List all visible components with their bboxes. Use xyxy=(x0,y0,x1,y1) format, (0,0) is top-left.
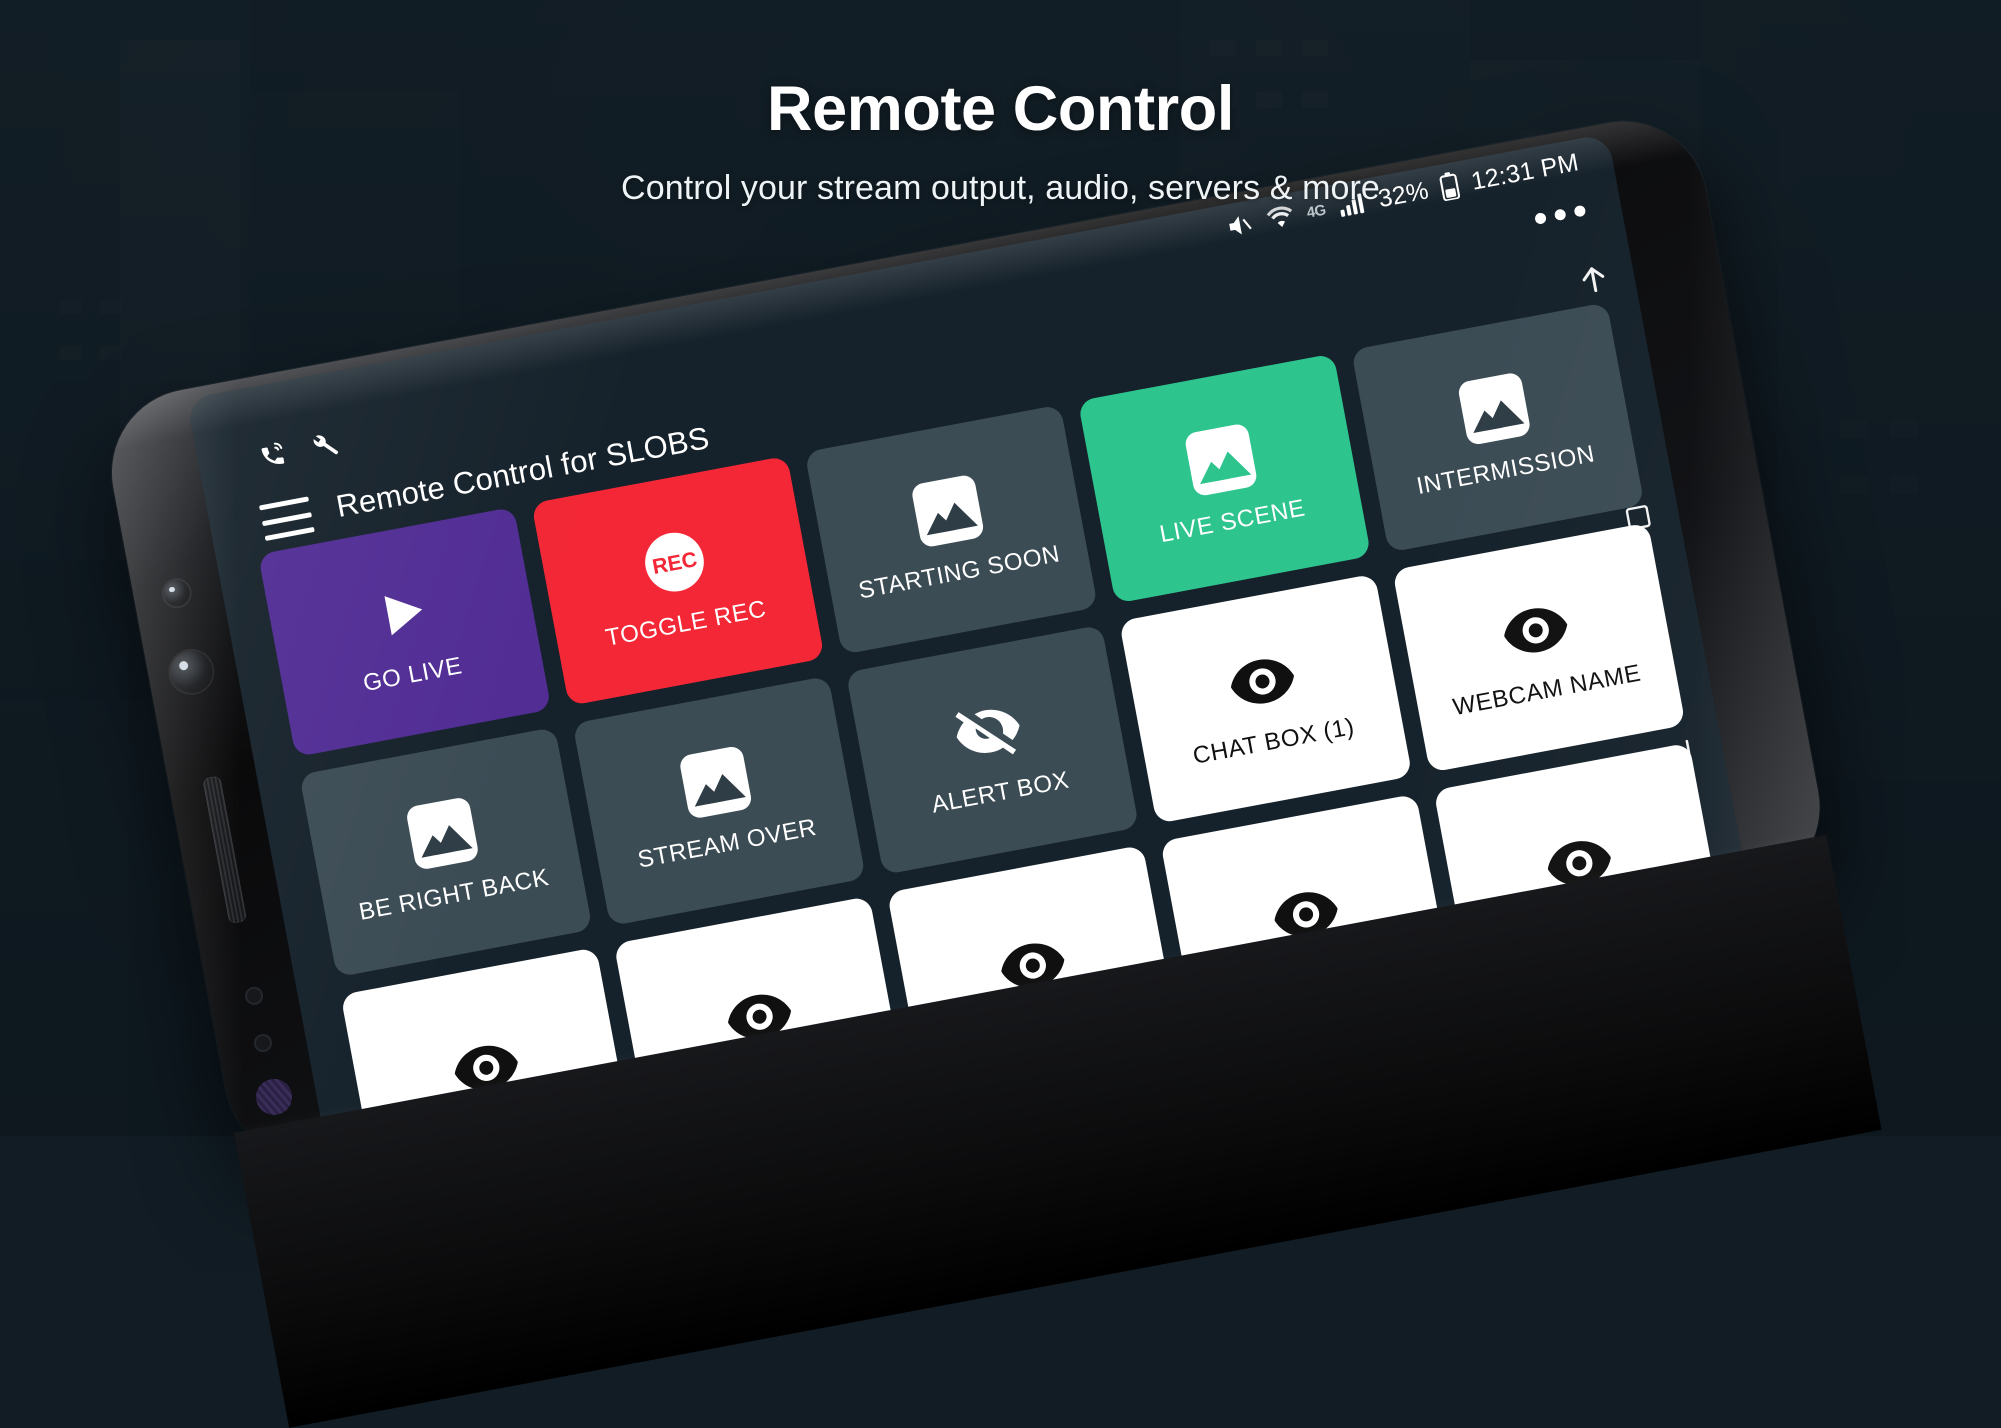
tile-label: CHAT BOX (1) xyxy=(1190,712,1357,770)
tile-alert-box[interactable]: ALERT BOX xyxy=(845,624,1140,876)
image-icon xyxy=(909,468,986,554)
light-sensor-icon xyxy=(252,1032,274,1054)
image-icon xyxy=(677,739,754,825)
iris-scanner-icon xyxy=(253,1075,296,1118)
tile-be-right-back[interactable]: BE RIGHT BACK xyxy=(299,726,593,978)
tile-label: TOGGLE REC xyxy=(603,595,769,652)
tile-label: WEBCAM NAME xyxy=(1450,659,1644,721)
hero-header: Remote Control Control your stream outpu… xyxy=(0,0,2001,207)
wifi-icon xyxy=(1264,203,1296,232)
wrench-icon[interactable] xyxy=(307,428,342,463)
image-icon xyxy=(404,790,481,876)
volume-mute-icon xyxy=(1224,209,1257,242)
front-camera-secondary-icon xyxy=(161,578,192,609)
page-title: Remote Control xyxy=(767,74,1234,144)
eye-icon xyxy=(1221,636,1304,724)
eye-icon xyxy=(1494,585,1577,673)
back-arrow-icon[interactable] xyxy=(1567,258,1616,303)
recents-square-icon[interactable] xyxy=(1616,500,1656,536)
front-camera-main-icon xyxy=(166,647,216,697)
tile-label: LIVE SCENE xyxy=(1157,494,1308,548)
tile-label: BE RIGHT BACK xyxy=(356,863,552,926)
home-icon[interactable] xyxy=(1658,733,1700,771)
tile-label: STARTING SOON xyxy=(856,540,1063,605)
play-icon xyxy=(363,570,440,656)
tile-label: GO LIVE xyxy=(360,652,465,697)
earpiece-speaker xyxy=(202,775,248,925)
connection-icon[interactable] xyxy=(255,438,290,473)
tile-label: STREAM OVER xyxy=(635,813,819,874)
tile-stream-over[interactable]: STREAM OVER xyxy=(572,675,866,927)
page-subtitle: Control your stream output, audio, serve… xyxy=(621,169,1380,207)
tile-label: ALERT BOX xyxy=(929,766,1072,819)
image-icon xyxy=(1183,416,1260,502)
tile-chat-box[interactable]: CHAT BOX (1) xyxy=(1118,573,1413,824)
tile-label: INTERMISSION xyxy=(1414,440,1597,500)
eye-slash-icon xyxy=(949,687,1030,774)
rec-icon: REC xyxy=(636,519,713,605)
hamburger-menu-icon[interactable] xyxy=(259,496,315,541)
image-icon xyxy=(1456,365,1533,451)
proximity-sensor-icon xyxy=(243,985,265,1007)
